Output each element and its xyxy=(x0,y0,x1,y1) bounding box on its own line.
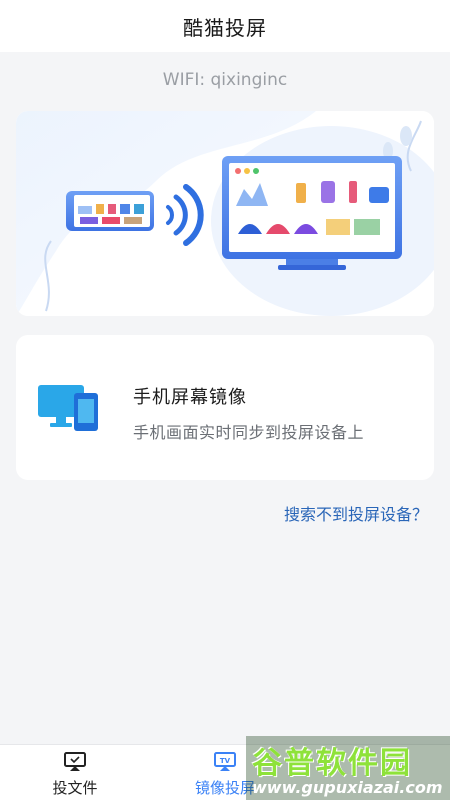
site-watermark: 谷普软件园 www.gupuxiazai.com xyxy=(246,736,450,800)
device-not-found-link[interactable]: 搜索不到投屏设备？ xyxy=(284,501,428,525)
svg-text:TV: TV xyxy=(220,757,231,765)
app-header: 酷猫投屏 xyxy=(0,0,450,52)
tab-cast-file-label: 投文件 xyxy=(52,779,98,797)
monitor-illustration xyxy=(222,156,402,270)
hero-illustration xyxy=(16,111,434,316)
mirror-card-text: 手机屏幕镜像 手机画面实时同步到投屏设备上 xyxy=(133,383,364,443)
tv-mirror-icon: TV xyxy=(214,752,236,771)
watermark-title: 谷普软件园 xyxy=(252,746,412,781)
watermark-url: www.gupuxiazai.com xyxy=(252,778,443,797)
mirror-card-title: 手机屏幕镜像 xyxy=(133,387,247,408)
mirror-card[interactable]: 手机屏幕镜像 手机画面实时同步到投屏设备上 xyxy=(16,335,434,480)
mirror-card-subtitle: 手机画面实时同步到投屏设备上 xyxy=(133,423,365,442)
screen-mirror-icon xyxy=(38,385,98,431)
page-title: 酷猫投屏 xyxy=(183,15,267,40)
phone-illustration xyxy=(66,191,154,231)
wifi-name: WIFI: qixinginc xyxy=(162,70,288,90)
tab-cast-file[interactable]: 投文件 xyxy=(0,745,150,800)
app-root: 酷猫投屏 WIFI: qixinginc 手机屏幕镜像 手机画面实时同步到投屏设… xyxy=(0,0,450,800)
cast-file-icon xyxy=(64,752,86,771)
